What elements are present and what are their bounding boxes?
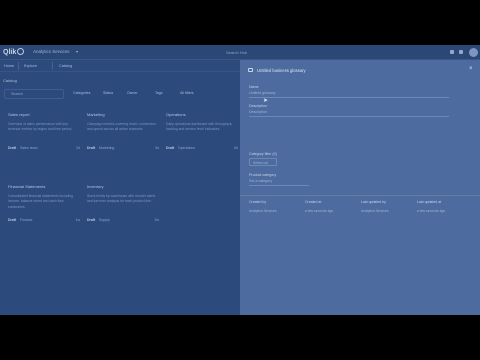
avatar[interactable] bbox=[469, 48, 478, 57]
card-date: 1w bbox=[75, 218, 80, 222]
card-title: Inventory bbox=[87, 184, 104, 189]
card-owner: Finance bbox=[20, 218, 33, 222]
card-description: Stock levels by warehouse with reorder a… bbox=[87, 194, 156, 204]
page-title: Catalog bbox=[3, 78, 17, 83]
card-title: Operations bbox=[166, 112, 186, 117]
chevron-down-icon[interactable]: ▾ bbox=[76, 49, 78, 54]
card-owner: Operations bbox=[178, 146, 196, 150]
meta-value: Analytics Services bbox=[361, 209, 389, 213]
product-category-placeholder: Set a category bbox=[249, 179, 273, 183]
product-category-label: Product category bbox=[249, 173, 277, 177]
card-date: 5d bbox=[234, 146, 238, 150]
card-status: Draft bbox=[87, 218, 96, 222]
folder-icon bbox=[248, 68, 253, 72]
close-icon[interactable]: × bbox=[469, 66, 473, 72]
name-field[interactable]: Untitled glossary bbox=[249, 90, 449, 98]
tab-home[interactable]: Home bbox=[4, 64, 14, 68]
panel-title: Untitled business glossary bbox=[257, 68, 306, 73]
name-value: Untitled glossary bbox=[249, 91, 276, 95]
description-field[interactable]: Description bbox=[249, 109, 449, 117]
app-window: Qlik Analytics Services ▾ Search Hub Hom… bbox=[0, 45, 480, 315]
hub-search[interactable]: Search Hub bbox=[226, 50, 247, 55]
filter-owner[interactable]: Owner bbox=[127, 91, 138, 95]
product-category-field[interactable]: Set a category bbox=[249, 178, 309, 186]
meta-key: Created by bbox=[249, 200, 267, 204]
card-status: Draft bbox=[166, 146, 175, 150]
tab-explore[interactable]: Explore bbox=[24, 64, 37, 68]
card-owner: Supply bbox=[99, 218, 110, 222]
card-description: Consolidated financial statements includ… bbox=[8, 194, 74, 209]
qlik-logo[interactable]: Qlik bbox=[3, 48, 25, 56]
card-title: Marketing bbox=[87, 112, 105, 117]
card-owner: Marketing bbox=[99, 146, 115, 150]
filter-all[interactable]: All filters bbox=[180, 91, 194, 95]
card-date: 2w bbox=[154, 218, 159, 222]
card-footer: Draft Supply 2w bbox=[87, 218, 159, 224]
card-description: Overview of sales performance with key r… bbox=[8, 122, 73, 132]
catalog-card[interactable]: Inventory Stock levels by warehouse with… bbox=[87, 184, 159, 224]
mouse-cursor-icon: ➤ bbox=[263, 98, 269, 104]
nav-divider bbox=[52, 62, 53, 70]
meta-value: Analytics Services bbox=[249, 209, 277, 213]
filter-categories[interactable]: Categories bbox=[73, 91, 90, 95]
meta-created-by: Created by Analytics Services bbox=[249, 200, 299, 213]
meta-key: Last updated by bbox=[361, 200, 386, 204]
meta-updated-at: Last updated at a few seconds ago bbox=[417, 200, 467, 213]
search-placeholder: Search bbox=[11, 92, 24, 96]
meta-key: Created at bbox=[305, 200, 322, 204]
nav-tabs: Home Explore Catalog bbox=[0, 60, 240, 72]
description-label: Description bbox=[249, 104, 267, 108]
card-title: Financial Statements bbox=[8, 184, 46, 189]
logo-mark-icon bbox=[17, 48, 25, 55]
card-date: 2d bbox=[76, 146, 80, 150]
details-panel: Untitled business glossary × Name Untitl… bbox=[240, 60, 480, 315]
app-name[interactable]: Analytics Services bbox=[33, 49, 70, 54]
catalog-card[interactable]: Operations Daily operations dashboard wi… bbox=[166, 112, 238, 152]
card-footer: Draft Finance 1w bbox=[8, 218, 80, 224]
meta-updated-by: Last updated by Analytics Services bbox=[361, 200, 411, 213]
card-date: 3d bbox=[155, 146, 159, 150]
filter-status[interactable]: Status bbox=[103, 91, 113, 95]
top-bar: Qlik Analytics Services ▾ Search Hub bbox=[0, 45, 480, 60]
card-status: Draft bbox=[8, 146, 17, 150]
category-label: Category filter (0) bbox=[249, 152, 277, 156]
category-select-value: Select cat bbox=[253, 160, 268, 165]
meta-key: Last updated at bbox=[417, 200, 442, 204]
catalog-card[interactable]: Financial Statements Consolidated financ… bbox=[8, 184, 80, 224]
card-footer: Draft Operations 5d bbox=[166, 146, 238, 152]
card-footer: Draft Marketing 3d bbox=[87, 146, 159, 152]
card-description: Daily operations dashboard with throughp… bbox=[166, 122, 233, 132]
panel-divider bbox=[240, 195, 480, 196]
tab-catalog[interactable]: Catalog bbox=[59, 64, 72, 68]
filter-bar: Search Categories Status Owner Tags All … bbox=[0, 89, 240, 101]
catalog-card[interactable]: Sales report Overview of sales performan… bbox=[8, 112, 80, 152]
card-description: Campaign metrics covering reach, convers… bbox=[87, 122, 156, 132]
catalog-card[interactable]: Marketing Campaign metrics covering reac… bbox=[87, 112, 159, 152]
apps-grid-icon[interactable] bbox=[459, 50, 463, 54]
notifications-icon[interactable] bbox=[450, 50, 454, 54]
description-placeholder: Description bbox=[249, 110, 267, 114]
nav-divider bbox=[18, 62, 19, 70]
meta-created-at: Created at a few seconds ago bbox=[305, 200, 355, 213]
name-label: Name bbox=[249, 85, 259, 89]
filter-tags[interactable]: Tags bbox=[155, 91, 163, 95]
category-select[interactable]: Select cat bbox=[249, 158, 277, 166]
search-input[interactable]: Search bbox=[4, 89, 64, 99]
card-status: Draft bbox=[87, 146, 96, 150]
card-title: Sales report bbox=[8, 112, 30, 117]
card-footer: Draft Sales team 2d bbox=[8, 146, 80, 152]
card-owner: Sales team bbox=[20, 146, 38, 150]
meta-value: a few seconds ago bbox=[305, 209, 334, 213]
meta-value: a few seconds ago bbox=[417, 209, 446, 213]
card-status: Draft bbox=[8, 218, 17, 222]
